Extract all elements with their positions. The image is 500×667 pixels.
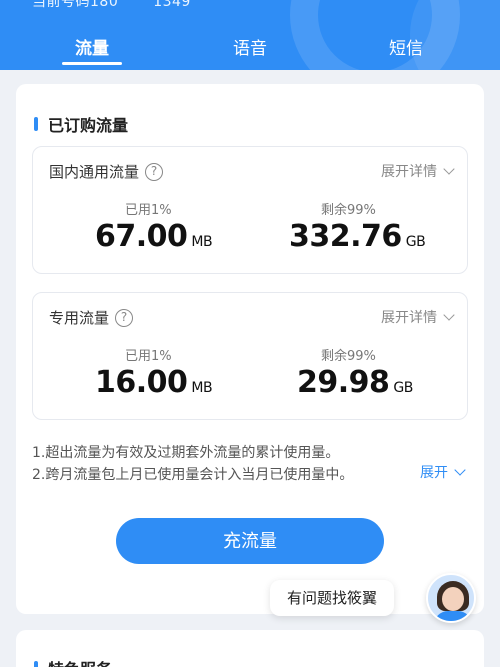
used-amount: 67.00 MB	[95, 219, 213, 254]
expand-details-button[interactable]: 展开详情	[381, 307, 455, 327]
remaining-amount: 29.98 GB	[297, 365, 413, 400]
used-percent: 已用1%	[125, 349, 172, 364]
dedicated-data-box: 专用流量 ? 展开详情 已用1% 16.00 MB 剩余99% 29.98 GB	[32, 292, 468, 420]
avatar-face	[442, 587, 464, 611]
dedicated-data-name: 专用流量 ?	[49, 307, 134, 328]
section-marker	[34, 117, 38, 131]
assistant-avatar[interactable]	[426, 573, 476, 623]
assistant-bubble[interactable]: 有问题找筱翼	[270, 580, 394, 616]
note-line: 2.跨月流量包上月已使用量会计入当月已使用量中。	[32, 467, 354, 483]
remaining-unit: GB	[393, 380, 413, 396]
section-title: 特色服务	[34, 656, 112, 667]
tab-sms[interactable]: 短信	[356, 34, 456, 59]
remaining-value: 332.76	[289, 219, 402, 254]
used-unit: MB	[191, 234, 213, 250]
tab-bar: 流量 语音 短信	[0, 30, 500, 70]
used-amount: 16.00 MB	[95, 365, 213, 400]
remaining-percent: 剩余99%	[321, 203, 376, 218]
help-icon[interactable]: ?	[145, 162, 164, 181]
dedicated-data-label: 专用流量	[49, 309, 110, 327]
section-title: 已订购流量	[34, 112, 128, 136]
domestic-data-box: 国内通用流量 ? 展开详情 已用1% 67.00 MB 剩余99% 332.76 G…	[32, 146, 468, 274]
chevron-down-icon	[443, 163, 455, 175]
notes-expand-button[interactable]: 展开	[420, 462, 466, 482]
subscribed-data-card: 已订购流量 国内通用流量 ? 展开详情 已用1% 67.00 MB 剩余99% 3…	[16, 84, 484, 614]
active-tab-indicator	[62, 62, 122, 65]
header: 当前号码180 1349 流量 语音 短信	[0, 0, 500, 70]
expand-details-button[interactable]: 展开详情	[381, 161, 455, 181]
expand-details-label: 展开详情	[381, 164, 437, 180]
number-extra: 1349	[153, 0, 191, 10]
domestic-data-name: 国内通用流量 ?	[49, 161, 164, 182]
chevron-down-icon	[454, 464, 466, 476]
usage-notes: 1.超出流量为有效及过期套外流量的累计使用量。 2.跨月流量包上月已使用量会计入…	[32, 442, 353, 486]
help-icon[interactable]: ?	[115, 308, 134, 327]
remaining-unit: GB	[405, 234, 426, 250]
notes-expand-label: 展开	[420, 465, 448, 481]
used-unit: MB	[191, 380, 213, 396]
remaining-amount: 332.76 GB	[289, 219, 426, 254]
special-services-card: 特色服务	[16, 630, 484, 667]
note-line: 1.超出流量为有效及过期套外流量的累计使用量。	[32, 445, 340, 461]
tab-data[interactable]: 流量	[42, 34, 142, 59]
remaining-percent: 剩余99%	[321, 349, 376, 364]
tab-voice[interactable]: 语音	[200, 34, 300, 59]
section-title-text: 已订购流量	[48, 116, 129, 135]
used-value: 67.00	[95, 219, 188, 254]
used-value: 16.00	[95, 365, 188, 400]
section-marker	[34, 661, 38, 667]
expand-details-label: 展开详情	[381, 310, 437, 326]
avatar-body	[434, 611, 472, 621]
remaining-value: 29.98	[297, 365, 390, 400]
recharge-data-button[interactable]: 充流量	[116, 518, 384, 564]
phone-number-line: 当前号码180 1349	[32, 0, 221, 11]
number-label: 当前号码180	[32, 0, 119, 10]
section-title-text: 特色服务	[48, 656, 112, 667]
used-percent: 已用1%	[125, 203, 172, 218]
domestic-data-label: 国内通用流量	[49, 163, 140, 181]
chevron-down-icon	[443, 309, 455, 321]
